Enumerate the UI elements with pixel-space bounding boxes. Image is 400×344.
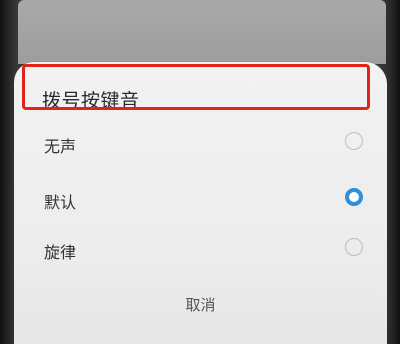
cancel-button[interactable]: 取消 <box>14 294 387 315</box>
option-melody[interactable]: 旋律 <box>28 226 373 272</box>
option-default[interactable]: 默认 <box>28 176 373 222</box>
dialog-title: 拨号按键音 <box>42 90 140 112</box>
option-label: 默认 <box>44 193 77 212</box>
dimmed-background <box>18 0 386 64</box>
option-label: 无声 <box>44 137 77 156</box>
dial-tone-dialog: 拨号按键音 无声 默认 旋律 取消 <box>14 62 387 344</box>
radio-checked-icon[interactable] <box>345 188 363 206</box>
option-label: 旋律 <box>44 243 77 262</box>
radio-unchecked-icon[interactable] <box>345 238 363 256</box>
option-silent[interactable]: 无声 <box>28 120 373 166</box>
phone-screen: 拨号按键音 无声 默认 旋律 取消 <box>0 0 400 344</box>
radio-unchecked-icon[interactable] <box>345 132 363 150</box>
